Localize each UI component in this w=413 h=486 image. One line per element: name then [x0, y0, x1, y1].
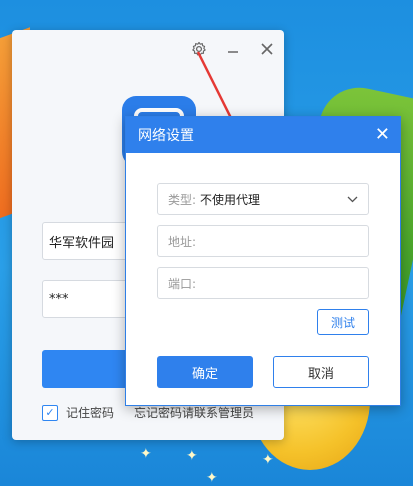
test-button[interactable]: 测试	[317, 309, 369, 335]
address-input[interactable]: 地址:	[157, 225, 369, 257]
chevron-down-icon	[347, 193, 358, 206]
cancel-button[interactable]: 取消	[273, 356, 369, 388]
close-icon[interactable]: ✕	[375, 126, 390, 144]
port-placeholder: 端口:	[168, 276, 197, 291]
port-input[interactable]: 端口:	[157, 267, 369, 299]
proxy-type-select[interactable]: 类型: 不使用代理	[157, 183, 369, 215]
proxy-type-value: 不使用代理	[200, 192, 261, 207]
dialog-title: 网络设置	[138, 128, 194, 144]
address-placeholder: 地址:	[168, 234, 197, 249]
confirm-button[interactable]: 确定	[157, 356, 253, 388]
network-settings-dialog: 网络设置 ✕ 类型: 不使用代理 地址: 端口: 测试 确定 取消	[125, 116, 401, 406]
dialog-header: 网络设置 ✕	[126, 117, 400, 153]
proxy-type-label: 类型:	[168, 192, 197, 207]
